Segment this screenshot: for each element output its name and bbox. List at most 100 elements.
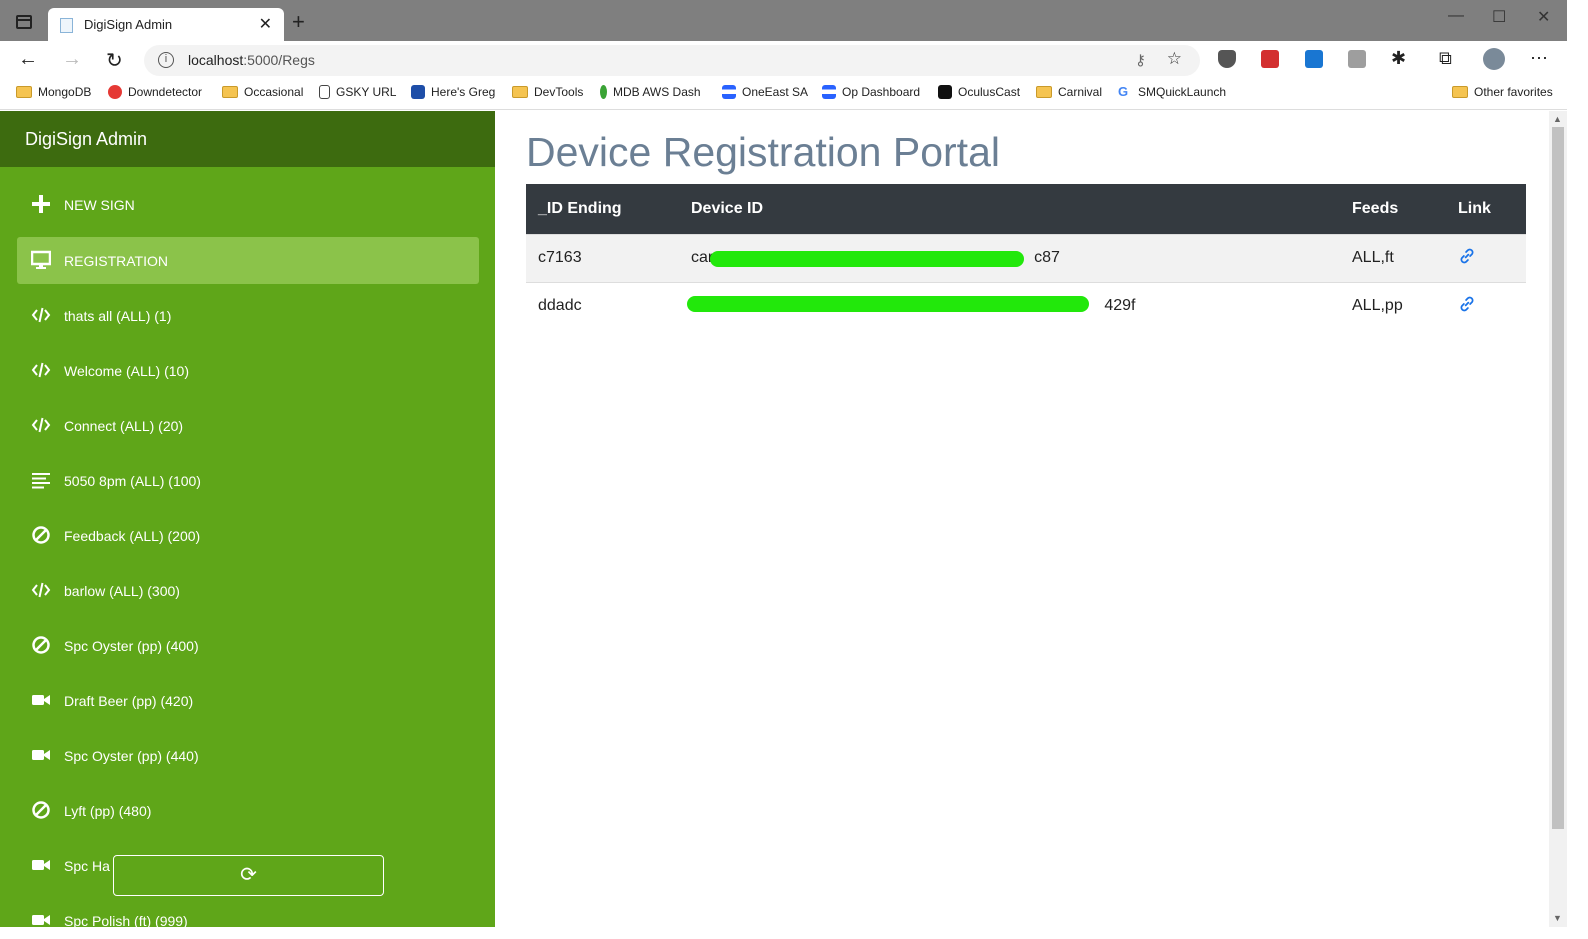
link-cell xyxy=(1446,281,1526,330)
column-header: Feeds xyxy=(1340,184,1446,234)
nav-registration[interactable]: REGISTRATION xyxy=(17,237,479,284)
add-favorite-icon[interactable]: ☆ xyxy=(1167,49,1182,69)
close-tab-icon[interactable]: ✕ xyxy=(259,14,272,34)
id-ending-cell: c7163 xyxy=(526,233,679,282)
scroll-down-icon[interactable]: ▼ xyxy=(1553,913,1562,923)
page-icon xyxy=(319,85,330,99)
other-favorites[interactable]: Other favorites xyxy=(1452,85,1553,99)
browser-tab[interactable]: DigiSign Admin ✕ xyxy=(48,8,284,41)
id-ending-cell: ddadc xyxy=(526,281,679,330)
link-cell xyxy=(1446,233,1526,282)
bookmark-item[interactable]: Here's Greg xyxy=(411,85,495,99)
video-icon xyxy=(32,750,50,760)
nav-sign-item[interactable]: Connect (ALL) (20) xyxy=(17,402,479,449)
new-tab-button[interactable]: + xyxy=(292,9,305,35)
ublock-extension-icon[interactable] xyxy=(1218,50,1236,68)
app-brand[interactable]: DigiSign Admin xyxy=(25,129,147,150)
device-id-suffix: 429f xyxy=(1104,297,1136,315)
window-edge xyxy=(1567,0,1588,939)
link-icon[interactable] xyxy=(1458,247,1476,265)
redaction-mark xyxy=(710,250,1024,267)
video-icon xyxy=(32,860,50,870)
dash-icon xyxy=(722,85,736,99)
extension-icon[interactable] xyxy=(1305,50,1323,68)
code-icon xyxy=(31,362,51,378)
bookmark-item[interactable]: Carnival xyxy=(1036,85,1102,99)
nav-sign-item[interactable]: Feedback (ALL) (200) xyxy=(17,512,479,559)
feeds-cell: ALL,pp xyxy=(1340,281,1446,330)
ban-icon xyxy=(32,526,50,544)
profile-avatar[interactable] xyxy=(1483,48,1505,70)
tab-actions-icon[interactable] xyxy=(16,15,32,29)
browser-titlebar: DigiSign Admin ✕ + — ☐ ✕ xyxy=(0,0,1588,41)
bookmarks-bar: MongoDB Downdetector Occasional GSKY URL… xyxy=(0,79,1588,110)
minimize-icon[interactable]: — xyxy=(1448,7,1464,25)
forward-arrow-icon[interactable]: → xyxy=(62,48,82,71)
folder-icon xyxy=(1452,86,1468,98)
folder-icon xyxy=(1036,86,1052,98)
url-text: localhost:5000/Regs xyxy=(188,52,315,68)
column-header: _ID Ending xyxy=(526,184,679,234)
table-row: ddadc M429f ALL,pp xyxy=(526,281,1526,330)
scroll-up-icon[interactable]: ▲ xyxy=(1553,114,1562,124)
redaction-mark xyxy=(687,295,1089,312)
bookmark-item[interactable]: Occasional xyxy=(222,85,303,99)
nav-sign-item[interactable]: 5050 8pm (ALL) (100) xyxy=(17,457,479,504)
lastpass-extension-icon[interactable] xyxy=(1261,50,1279,68)
bookmark-item[interactable]: OculusCast xyxy=(938,85,1020,99)
url-host: localhost xyxy=(188,52,244,68)
bookmark-item[interactable]: OneEast SA xyxy=(722,85,808,99)
google-icon: G xyxy=(1118,84,1129,99)
plus-icon xyxy=(32,195,50,213)
extensions-puzzle-icon[interactable]: ✱ xyxy=(1391,48,1406,69)
nav-sign-item[interactable]: Draft Beer (pp) (420) xyxy=(17,677,479,724)
bookmark-item[interactable]: GSKY URL xyxy=(319,85,396,99)
feeds-cell: ALL,ft xyxy=(1340,233,1446,282)
bookmark-item[interactable]: Downdetector xyxy=(108,85,202,99)
video-icon xyxy=(32,695,50,705)
close-window-icon[interactable]: ✕ xyxy=(1537,7,1550,27)
nav-sign-item[interactable]: barlow (ALL) (300) xyxy=(17,567,479,614)
settings-more-icon[interactable]: ⋯ xyxy=(1530,48,1548,69)
collections-extension-icon[interactable] xyxy=(1348,50,1366,68)
link-icon[interactable] xyxy=(1458,295,1476,313)
bookmark-item[interactable]: G SMQuickLaunch xyxy=(1118,84,1226,100)
code-icon xyxy=(31,582,51,598)
back-arrow-icon[interactable]: ← xyxy=(18,48,38,71)
bookmark-item[interactable]: Op Dashboard xyxy=(822,85,920,99)
app-icon xyxy=(411,85,425,99)
table-row: c7163 carn c87 ALL,ft xyxy=(526,233,1526,282)
sidebar: DigiSign Admin NEW SIGN REGISTRATION tha… xyxy=(0,111,495,939)
refresh-icon: ⟳ xyxy=(240,864,257,886)
nav-sign-item[interactable]: thats all (ALL) (1) xyxy=(17,292,479,339)
page-scrollbar[interactable]: ▲ ▼ xyxy=(1549,111,1567,927)
nav-sign-item[interactable]: Welcome (ALL) (10) xyxy=(17,347,479,394)
nav-sign-item[interactable]: Lyft (pp) (480) xyxy=(17,787,479,834)
nav-sign-item[interactable]: Spc Oyster (pp) (400) xyxy=(17,622,479,669)
address-toolbar: ← → ↻ i localhost:5000/Regs ⚷ ☆ ✱ ⧉ ⋯ xyxy=(0,41,1588,79)
scrollbar-thumb[interactable] xyxy=(1552,127,1564,829)
dash-icon xyxy=(822,85,836,99)
bookmark-item[interactable]: MongoDB xyxy=(16,85,91,99)
url-bar[interactable]: i localhost:5000/Regs ⚷ ☆ xyxy=(144,45,1200,76)
app-brand-bar: DigiSign Admin xyxy=(0,111,495,167)
collections-icon[interactable]: ⧉ xyxy=(1439,48,1452,69)
site-info-icon[interactable]: i xyxy=(158,52,174,68)
device-id-cell: carn c87 xyxy=(679,233,1340,282)
tab-favicon-icon xyxy=(60,18,73,33)
bookmark-item[interactable]: DevTools xyxy=(512,85,583,99)
key-icon[interactable]: ⚷ xyxy=(1135,51,1146,69)
maximize-icon[interactable]: ☐ xyxy=(1492,7,1506,27)
reload-icon[interactable]: ↻ xyxy=(106,48,123,73)
oculus-icon xyxy=(938,85,952,99)
refresh-button[interactable]: ⟳ xyxy=(113,855,384,896)
url-path: :5000/Regs xyxy=(243,52,315,68)
nav-sign-item[interactable]: Spc Oyster (pp) (440) xyxy=(17,732,479,779)
window-bottom-edge xyxy=(0,927,1588,939)
device-id-cell: M429f xyxy=(679,281,1340,330)
nav-new-sign[interactable]: NEW SIGN xyxy=(17,181,479,228)
device-id-suffix: c87 xyxy=(1034,249,1060,266)
lines-icon xyxy=(32,473,50,489)
bookmark-item[interactable]: MDB AWS Dash xyxy=(600,85,701,99)
registrations-table: _ID Ending Device ID Feeds Link c7163 ca… xyxy=(526,184,1526,330)
